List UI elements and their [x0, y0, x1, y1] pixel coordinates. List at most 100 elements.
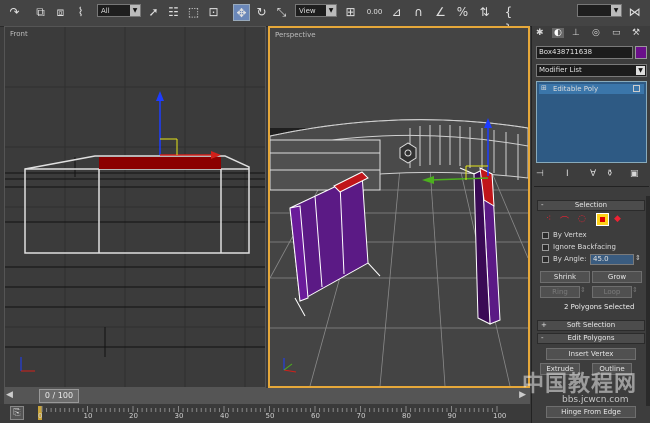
window-crossing-icon[interactable]: ⊡	[205, 4, 222, 21]
pin-stack-icon[interactable]: ⊣	[536, 169, 544, 179]
motion-tab-icon[interactable]: ◎	[592, 28, 600, 38]
object-name-field[interactable]: Box438711638	[536, 46, 633, 59]
perspective-viewport[interactable]: Perspective	[268, 26, 530, 388]
frame-counter[interactable]: 0 / 100	[39, 389, 79, 403]
rollout-edit-polygons[interactable]: - Edit Polygons	[537, 333, 645, 344]
snap-value[interactable]: 0.00	[366, 4, 383, 21]
remove-modifier-icon[interactable]: ⚱	[606, 169, 614, 179]
ring-spinner-icon[interactable]: ⇕	[580, 286, 586, 294]
configure-sets-icon[interactable]: ▣	[630, 169, 639, 179]
divider	[534, 186, 649, 187]
by-vertex-checkbox[interactable]	[542, 232, 549, 239]
select-link-icon[interactable]: ⧉	[32, 4, 49, 21]
key-filter-icon[interactable]: ⎘	[10, 406, 24, 420]
modifier-stack[interactable]: ⊞ Editable Poly	[536, 81, 647, 163]
select-and-move-icon[interactable]: ✥	[233, 4, 250, 21]
panel-scrollbar[interactable]	[646, 196, 650, 406]
loop-spinner-icon[interactable]: ⇕	[632, 286, 638, 294]
select-object-icon[interactable]: ➚	[145, 4, 162, 21]
polygon-icon[interactable]	[596, 213, 609, 226]
reference-coordinate-value: View	[299, 7, 316, 15]
make-unique-icon[interactable]: ∀	[590, 169, 596, 179]
subobject-level-buttons: ⁖ ⌒ ◌ ◆	[546, 213, 646, 227]
modify-tab-icon[interactable]: ◐	[552, 28, 564, 38]
angle-spinner-icon[interactable]: ⇕	[635, 254, 641, 262]
mirror-tool-icon[interactable]: ⋈	[626, 4, 643, 21]
ignore-backfacing-label: Ignore Backfacing	[553, 243, 616, 251]
rollout-edit-polygons-label: Edit Polygons	[567, 334, 615, 342]
timeline-tick-label: 20	[129, 412, 138, 420]
mirror-icon[interactable]: ⊿	[388, 4, 405, 21]
track-bar[interactable]: ⎘ 0 10 20 30 40 50 60 70 80 90 100	[0, 404, 532, 423]
grow-button[interactable]: Grow	[592, 271, 642, 283]
rollout-soft-selection-label: Soft Selection	[566, 321, 616, 329]
watermark-url: bbs.jcwcn.com	[562, 395, 629, 405]
timeline-tick-label: 80	[402, 412, 411, 420]
chevron-down-icon: ▼	[636, 66, 645, 75]
timeline-tick-label: 0	[38, 412, 43, 420]
bind-spacewarp-icon[interactable]: ⌇	[72, 4, 89, 21]
front-viewport[interactable]: Front	[4, 26, 266, 388]
timeline-tick-label: 10	[83, 412, 93, 420]
perspective-viewport-scene	[270, 118, 528, 386]
collapse-icon: -	[541, 201, 544, 209]
named-selection-sets-dropdown[interactable]: ▼	[577, 4, 622, 17]
angle-value-field[interactable]: 45.0	[590, 254, 634, 265]
spinner-snap-icon[interactable]: ⇅	[476, 4, 493, 21]
previous-frame-icon[interactable]: ◀	[6, 390, 13, 400]
by-angle-checkbox[interactable]	[542, 256, 549, 263]
redo-icon[interactable]: ↷	[6, 4, 23, 21]
chevron-down-icon: ▼	[130, 5, 140, 16]
unlink-icon[interactable]: ⧈	[52, 4, 69, 21]
create-tab-icon[interactable]: ✱	[536, 28, 544, 38]
modifier-list-label: Modifier List	[539, 66, 582, 74]
chevron-down-icon: ▼	[326, 5, 336, 16]
command-panel: ✱ ◐ ⊥ ◎ ▭ ⚒ Box438711638 Modifier List ▼…	[531, 26, 650, 423]
reference-coordinate-dropdown[interactable]: View ▼	[295, 4, 337, 17]
rectangular-selection-icon[interactable]: ⬚	[185, 4, 202, 21]
border-icon[interactable]: ◌	[578, 214, 586, 224]
angle-snap-icon[interactable]: ∠	[432, 4, 449, 21]
select-by-name-icon[interactable]: ☷	[165, 4, 182, 21]
rollout-soft-selection[interactable]: + Soft Selection	[537, 320, 645, 331]
expand-icon: +	[541, 321, 547, 329]
front-viewport-scene	[5, 27, 265, 387]
main-toolbar: ↷ ⧉ ⧈ ⌇ All ▼ ➚ ☷ ⬚ ⊡ ✥ ↻ ⤡ View ▼ ⊞ 0.0…	[0, 0, 650, 36]
timeline-tick-label: 60	[311, 412, 320, 420]
stack-item-editable-poly[interactable]: ⊞ Editable Poly	[539, 84, 644, 94]
rollout-selection-label: Selection	[574, 201, 608, 209]
stack-item-toggle[interactable]	[633, 85, 640, 92]
ring-button[interactable]: Ring	[540, 286, 580, 298]
modifier-list-dropdown[interactable]: Modifier List ▼	[536, 64, 647, 77]
stack-item-label: Editable Poly	[553, 85, 599, 93]
vertex-icon[interactable]: ⁖	[546, 214, 551, 224]
selection-filter-value: All	[101, 7, 110, 15]
hinge-from-edge-button[interactable]: Hinge From Edge	[546, 406, 636, 418]
timeline-tick-label: 40	[220, 412, 229, 420]
snap-toggle-icon[interactable]: ∩	[410, 4, 427, 21]
named-selection-icon[interactable]: { }	[500, 4, 517, 36]
ignore-backfacing-checkbox[interactable]	[542, 244, 549, 251]
utilities-tab-icon[interactable]: ⚒	[632, 28, 640, 38]
loop-button[interactable]: Loop	[592, 286, 632, 298]
time-slider[interactable]: ◀ 0 / 100 ▶	[4, 388, 530, 404]
display-tab-icon[interactable]: ▭	[612, 28, 621, 38]
timeline-tick-label: 50	[265, 412, 275, 420]
timeline-tick-label: 70	[356, 412, 366, 420]
rollout-selection[interactable]: - Selection	[537, 200, 645, 211]
selection-filter-dropdown[interactable]: All ▼	[97, 4, 141, 17]
hierarchy-tab-icon[interactable]: ⊥	[572, 28, 580, 38]
select-and-scale-icon[interactable]: ⤡	[273, 4, 290, 21]
edge-icon[interactable]: ⌒	[560, 214, 569, 227]
show-end-result-icon[interactable]: Ⅰ	[566, 169, 569, 179]
percent-snap-icon[interactable]: %	[454, 4, 471, 21]
select-and-rotate-icon[interactable]: ↻	[253, 4, 270, 21]
selection-status: 2 Polygons Selected	[564, 303, 635, 311]
insert-vertex-button[interactable]: Insert Vertex	[546, 348, 636, 360]
expand-icon[interactable]: ⊞	[541, 84, 547, 92]
pivot-center-icon[interactable]: ⊞	[342, 4, 359, 21]
object-color-swatch[interactable]	[635, 46, 647, 59]
selected-polygon-front	[99, 157, 221, 169]
element-icon[interactable]: ◆	[614, 214, 621, 224]
shrink-button[interactable]: Shrink	[540, 271, 590, 283]
